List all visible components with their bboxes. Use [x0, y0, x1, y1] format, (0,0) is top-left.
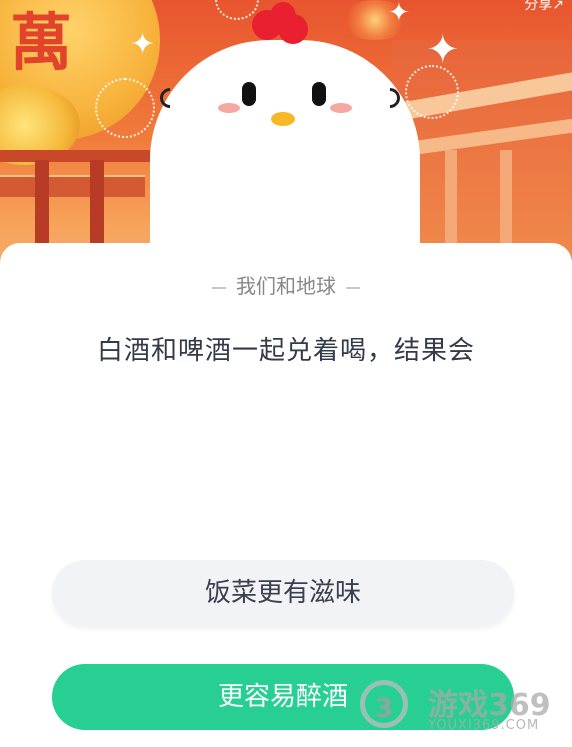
- pillar-decoration: [35, 160, 49, 250]
- share-button[interactable]: 分享↗: [524, 0, 564, 14]
- lantern-character: 萬: [10, 6, 73, 79]
- question-category: 我们和地球: [0, 270, 572, 299]
- chick-comb: [252, 0, 308, 48]
- gate-decoration: [0, 175, 145, 197]
- sparkle-icon: ✦: [130, 27, 156, 62]
- sparkle-icon: ✦: [388, 0, 410, 28]
- chick-beak: [271, 112, 295, 126]
- chick-eye: [242, 82, 256, 106]
- answer-option-1[interactable]: 饭菜更有滋味: [52, 560, 514, 626]
- chick-eye: [312, 82, 326, 106]
- chick-cheek: [218, 103, 240, 113]
- gate-decoration: [0, 150, 150, 162]
- dotted-circle-decoration: [95, 78, 155, 138]
- dotted-circle-decoration: [405, 65, 459, 119]
- share-label: 分享: [524, 0, 553, 13]
- watermark-logo: 3: [360, 680, 408, 728]
- share-icon: ↗: [552, 0, 564, 13]
- question-text: 白酒和啤酒一起兑着喝，结果会: [96, 336, 475, 366]
- divider: [346, 286, 360, 289]
- chick-cheek: [330, 103, 352, 113]
- pillar-decoration: [90, 160, 104, 250]
- watermark-url: YOUXI369.COM: [428, 718, 540, 733]
- watermark: 3 游戏369 YOUXI369.COM: [360, 680, 570, 740]
- category-label: 我们和地球: [236, 274, 336, 298]
- sparkle-icon: ✦: [426, 27, 460, 73]
- divider: [212, 286, 226, 289]
